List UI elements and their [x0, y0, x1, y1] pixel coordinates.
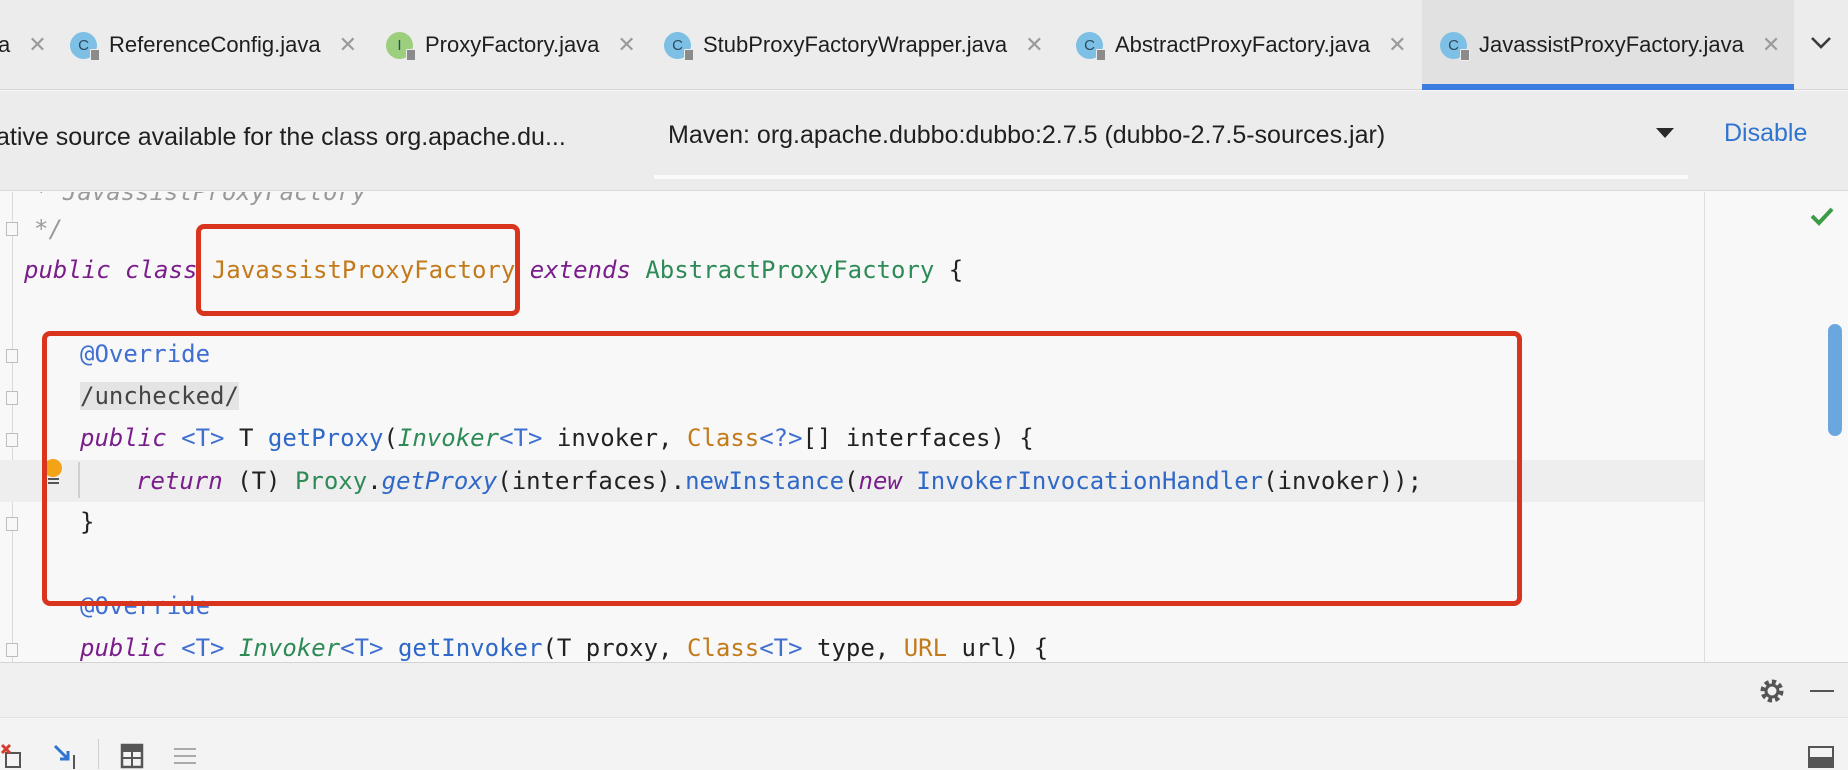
class-icon: C — [70, 31, 100, 61]
close-icon[interactable]: ✕ — [1388, 32, 1406, 58]
tool-window-header — [0, 662, 1848, 718]
abstract-class-icon: C — [1076, 31, 1106, 61]
source-message: ative source available for the class org… — [0, 123, 566, 151]
disable-link[interactable]: Disable — [1724, 119, 1807, 148]
layout-icon[interactable] — [1808, 743, 1834, 769]
highlight-box-class-name — [196, 224, 520, 316]
fold-marker-icon[interactable] — [6, 517, 18, 531]
fold-marker-icon[interactable] — [6, 643, 18, 657]
minimize-icon[interactable] — [1810, 690, 1834, 692]
gutter-divider — [12, 192, 13, 662]
editor-tab-bar: a ✕ C ReferenceConfig.java ✕ I ProxyFact… — [0, 0, 1848, 90]
interface-icon: I — [386, 31, 416, 61]
error-stripe-divider — [1704, 192, 1705, 662]
tab-partial-file[interactable]: a ✕ — [0, 0, 50, 90]
tab-label: JavassistProxyFactory.java — [1479, 32, 1744, 57]
tab-label: ReferenceConfig.java — [109, 32, 321, 57]
vertical-scrollbar-thumb[interactable] — [1828, 324, 1842, 436]
rerun-failed-icon[interactable] — [0, 743, 26, 769]
dropdown-caret-icon — [1656, 128, 1674, 138]
export-arrow-icon[interactable] — [52, 743, 80, 769]
class-icon: C — [664, 31, 694, 61]
check-icon — [1810, 207, 1834, 226]
tab-label: AbstractProxyFactory.java — [1115, 32, 1371, 57]
calculator-icon[interactable] — [120, 743, 144, 769]
tab-proxyfactory[interactable]: I ProxyFactory.java ✕ — [386, 0, 636, 90]
code-comment-end: */ — [34, 215, 63, 243]
source-select[interactable]: Maven: org.apache.dubbo:dubbo:2.7.5 (dub… — [654, 91, 1688, 179]
close-icon[interactable]: ✕ — [1025, 32, 1043, 58]
class-icon: C — [1440, 31, 1470, 61]
code-getinvoker-signature: public <T> Invoker<T> getInvoker(T proxy… — [80, 634, 1049, 662]
code-editor[interactable]: * JavassistProxyFactory */ public class … — [0, 192, 1848, 662]
tab-label: a — [0, 32, 11, 57]
source-notification-bar: ative source available for the class org… — [0, 91, 1848, 191]
chevron-down-icon[interactable] — [1808, 30, 1834, 56]
code-comment-fragment: * JavassistProxyFactory — [34, 192, 367, 206]
selected-source: Maven: org.apache.dubbo:dubbo:2.7.5 (dub… — [668, 121, 1386, 149]
close-icon[interactable]: ✕ — [339, 32, 357, 58]
toolbar-separator — [98, 739, 99, 769]
filter-list-icon[interactable] — [172, 743, 198, 769]
fold-marker-icon[interactable] — [6, 433, 18, 447]
highlight-box-getproxy-method — [42, 331, 1522, 606]
close-icon[interactable]: ✕ — [28, 32, 46, 58]
tab-label: ProxyFactory.java — [425, 32, 600, 57]
close-icon[interactable]: ✕ — [1762, 32, 1780, 58]
gear-icon[interactable] — [1758, 677, 1786, 705]
fold-marker-icon[interactable] — [6, 349, 18, 363]
close-icon[interactable]: ✕ — [617, 32, 635, 58]
tab-referenceconfig[interactable]: C ReferenceConfig.java ✕ — [70, 0, 357, 90]
tab-stubproxyfactorywrapper[interactable]: C StubProxyFactoryWrapper.java ✕ — [664, 0, 1044, 90]
tab-abstractproxyfactory[interactable]: C AbstractProxyFactory.java ✕ — [1076, 0, 1407, 90]
tab-label: StubProxyFactoryWrapper.java — [703, 32, 1008, 57]
fold-marker-icon[interactable] — [6, 222, 18, 236]
tool-window-toolbar — [0, 719, 1848, 770]
tab-javassistproxyfactory[interactable]: C JavassistProxyFactory.java ✕ — [1422, 0, 1794, 90]
fold-marker-icon[interactable] — [6, 391, 18, 405]
